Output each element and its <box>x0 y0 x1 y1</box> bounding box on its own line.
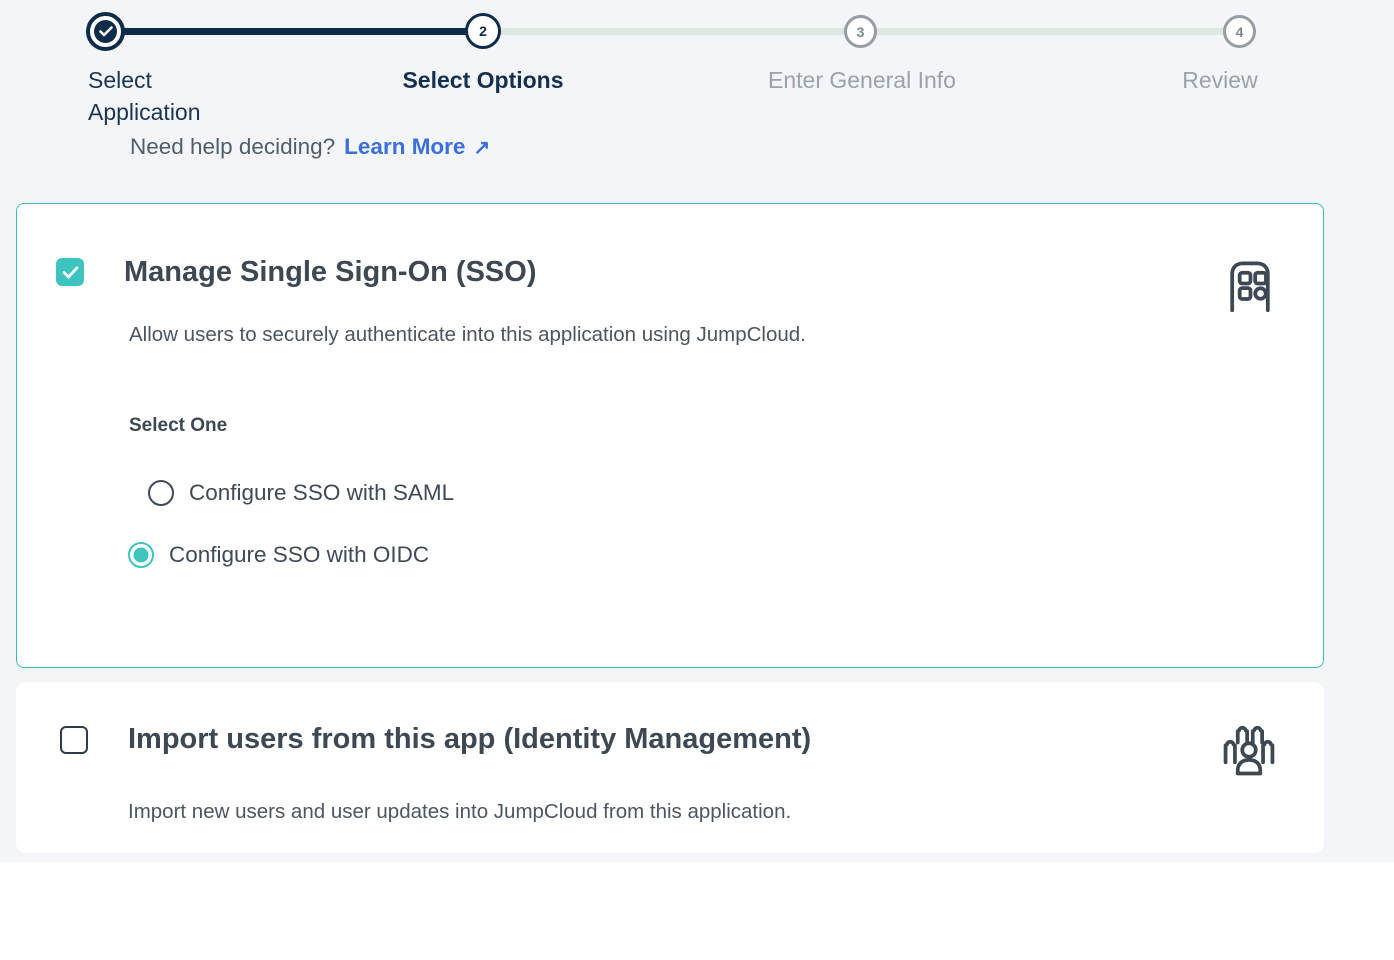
import-card-header: Import users from this app (Identity Man… <box>60 723 811 756</box>
help-prompt: Need help deciding? <box>130 138 335 159</box>
radio-option-saml[interactable]: Configure SSO with SAML <box>148 480 454 506</box>
import-card-description: Import new users and user updates into J… <box>128 800 791 824</box>
step-2-number: 2 <box>479 23 487 39</box>
add-application-wizard: 2 3 4 Select Application Select Options … <box>0 0 1394 960</box>
step-3-label: Enter General Info <box>712 64 1012 96</box>
app-grid-door-icon <box>1220 251 1280 320</box>
step-3-indicator[interactable]: 3 <box>844 15 877 48</box>
step-3-number: 3 <box>857 24 865 40</box>
radio-saml-control[interactable] <box>148 480 174 506</box>
step-4-number: 4 <box>1236 24 1244 40</box>
footer-bar: Cancel Back Next <box>0 862 1394 960</box>
learn-more-link[interactable]: Learn More <box>344 138 465 159</box>
stepper-track-complete <box>105 28 483 35</box>
sso-title-highlight-box: Manage Single Sign-On (SSO) <box>46 237 632 307</box>
step-4-label: Review <box>1070 64 1370 96</box>
sso-card-title: Manage Single Sign-On (SSO) <box>124 256 536 289</box>
step-4-indicator[interactable]: 4 <box>1223 15 1256 48</box>
user-group-icon <box>1219 718 1279 787</box>
sso-card: Manage Single Sign-On (SSO) Allow users … <box>16 203 1324 668</box>
step-1-label: Select Application <box>88 64 238 128</box>
sso-checkbox[interactable] <box>56 258 84 286</box>
import-card-title: Import users from this app (Identity Man… <box>128 723 811 756</box>
step-2-label: Select Options <box>333 64 633 96</box>
step-1-indicator[interactable] <box>86 12 125 51</box>
import-checkbox[interactable] <box>60 726 88 754</box>
radio-oidc-control[interactable] <box>128 542 154 568</box>
select-one-label: Select One <box>129 415 227 437</box>
check-circle-icon <box>94 20 117 43</box>
import-card: Import users from this app (Identity Man… <box>16 682 1324 853</box>
radio-saml-label: Configure SSO with SAML <box>189 480 454 506</box>
radio-option-oidc[interactable]: Configure SSO with OIDC <box>128 542 429 568</box>
stepper: 2 3 4 Select Application Select Options … <box>0 0 1394 135</box>
external-link-icon: ↗ <box>473 138 490 159</box>
sso-card-description: Allow users to securely authenticate int… <box>129 323 806 347</box>
oidc-highlight-box: Configure SSO with OIDC <box>114 525 466 585</box>
step-2-indicator[interactable]: 2 <box>465 13 501 49</box>
help-line: Need help deciding? Learn More ↗ <box>130 138 490 165</box>
radio-oidc-label: Configure SSO with OIDC <box>169 542 429 568</box>
